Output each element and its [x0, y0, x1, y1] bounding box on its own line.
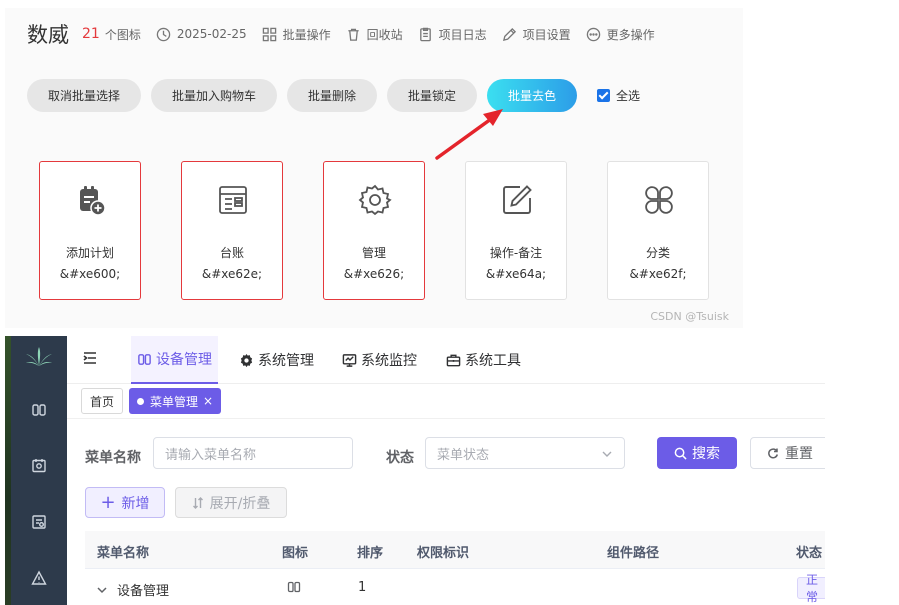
- search-button[interactable]: 搜索: [657, 437, 737, 469]
- column-header: 组件路径: [607, 546, 660, 561]
- main-content: 菜单名称 请输入菜单名称 状态 菜单状态 搜索 重置 + 新增 展开/折叠 菜单…: [67, 418, 825, 605]
- close-icon[interactable]: ×: [203, 394, 213, 408]
- refresh-icon: [768, 448, 779, 459]
- menu-name-input[interactable]: 请输入菜单名称: [153, 437, 353, 469]
- row-order: 1: [358, 580, 367, 595]
- icon-project-panel: 数威 21 个图标 2025-02-25 批量操作 回收站 项目日志 项目设置 …: [5, 8, 743, 328]
- tab-system-management[interactable]: 系统管理: [239, 336, 314, 384]
- row-icon: [287, 580, 301, 594]
- table-row[interactable]: 设备管理 1 正常: [85, 569, 825, 605]
- tag-home[interactable]: 首页: [81, 388, 124, 414]
- hamburger-menu-button[interactable]: [82, 350, 98, 366]
- menu-fold-icon: [83, 352, 96, 364]
- column-header: 排序: [357, 546, 384, 561]
- annotation-arrow: [435, 109, 503, 160]
- status-label: 状态: [386, 450, 414, 466]
- chevron-down-icon: [602, 451, 612, 457]
- column-header: 菜单名称: [97, 546, 150, 561]
- gear-icon: [240, 353, 253, 367]
- row-menu-name: 设备管理: [97, 580, 169, 599]
- device-icon: [287, 581, 301, 593]
- device-icon: [32, 404, 46, 416]
- plus-icon: +: [100, 491, 116, 513]
- search-icon: [674, 447, 687, 460]
- report-icon: [32, 515, 46, 529]
- tab-equipment-management[interactable]: 设备管理: [131, 336, 218, 384]
- chevron-down-icon[interactable]: [97, 585, 107, 595]
- sidebar-item-monitor[interactable]: [11, 514, 67, 530]
- app-logo: [11, 346, 67, 368]
- monitor-settings-icon: [32, 459, 46, 473]
- toolbox-icon: [446, 354, 461, 366]
- tag-menu-management[interactable]: 菜单管理 ×: [129, 388, 222, 414]
- expand-collapse-button[interactable]: 展开/折叠: [175, 487, 287, 518]
- column-header: 权限标识: [417, 546, 470, 561]
- monitor-icon: [342, 353, 357, 367]
- active-dot: [137, 397, 144, 405]
- tab-system-tools[interactable]: 系统工具: [446, 336, 521, 384]
- add-button[interactable]: + 新增: [85, 487, 165, 518]
- status-badge: 正常: [797, 573, 825, 604]
- agave-logo-icon: [26, 347, 52, 366]
- reset-button[interactable]: 重置: [750, 437, 825, 469]
- status-select[interactable]: 菜单状态: [425, 437, 625, 469]
- tab-system-monitor[interactable]: 系统监控: [342, 336, 417, 384]
- table-header: 菜单名称 图标 排序 权限标识 组件路径 状态: [85, 531, 825, 569]
- admin-app: 设备管理 系统管理 系统监控 系统工具 首页 菜单管理 × 菜单名称 请输入菜单…: [5, 336, 825, 605]
- sidebar-item-device[interactable]: [11, 402, 67, 418]
- sort-icon: [192, 496, 203, 509]
- column-header: 图标: [282, 546, 309, 561]
- tags-view-bar: 首页 菜单管理 ×: [67, 384, 825, 418]
- menu-name-label: 菜单名称: [85, 450, 141, 466]
- top-navbar: 设备管理 系统管理 系统监控 系统工具: [67, 336, 825, 384]
- sidebar-item-tools[interactable]: [11, 570, 67, 586]
- sidebar: [5, 336, 67, 605]
- warning-icon: [31, 570, 47, 585]
- sidebar-item-system[interactable]: [11, 458, 67, 474]
- column-header: 状态: [796, 546, 823, 561]
- device-icon: [138, 353, 151, 365]
